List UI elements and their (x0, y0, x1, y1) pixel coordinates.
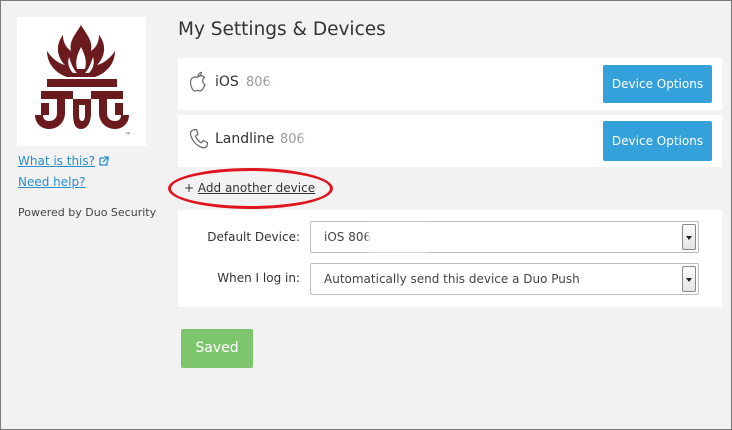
device-name: iOS (215, 74, 239, 90)
apple-icon (189, 71, 206, 92)
dropdown-arrow-icon[interactable] (682, 266, 696, 292)
powered-by-text: Powered by Duo Security (18, 206, 157, 219)
dropdown-arrow-icon[interactable] (682, 224, 696, 250)
organization-logo: ™ (17, 17, 146, 146)
window-frame: ™ What is this? Need help? Powered by Du… (0, 0, 732, 430)
when-login-value: Automatically send this device a Duo Pus… (324, 272, 580, 286)
annotation-highlight-circle (168, 168, 333, 209)
device-number: 806- (246, 75, 276, 90)
when-login-select[interactable]: Automatically send this device a Duo Pus… (310, 263, 699, 295)
redacted-number (308, 128, 374, 152)
trademark-mark: ™ (125, 132, 131, 139)
what-is-this-link[interactable]: What is this? (18, 154, 109, 168)
what-is-this-label: What is this? (18, 154, 96, 168)
device-number: 806- (280, 132, 310, 147)
device-row-landline: Landline 806- Device Options (178, 115, 722, 167)
when-login-label: When I log in: (217, 271, 300, 285)
device-options-button-landline[interactable]: Device Options (603, 121, 712, 161)
default-device-value: iOS 806- (324, 230, 376, 244)
redacted-number (371, 227, 425, 249)
default-device-select[interactable]: iOS 806- (310, 221, 699, 253)
default-device-label: Default Device: (207, 230, 300, 244)
device-options-button-ios[interactable]: Device Options (603, 65, 712, 103)
phone-icon (189, 128, 209, 149)
external-link-icon (99, 156, 109, 166)
device-row-ios: iOS 806- Device Options (178, 58, 722, 110)
redacted-number (274, 71, 340, 95)
flame-logo-icon (35, 25, 129, 129)
page-title: My Settings & Devices (178, 19, 386, 40)
device-name: Landline (215, 131, 275, 147)
need-help-link[interactable]: Need help? (18, 175, 85, 189)
saved-button[interactable]: Saved (181, 329, 253, 368)
